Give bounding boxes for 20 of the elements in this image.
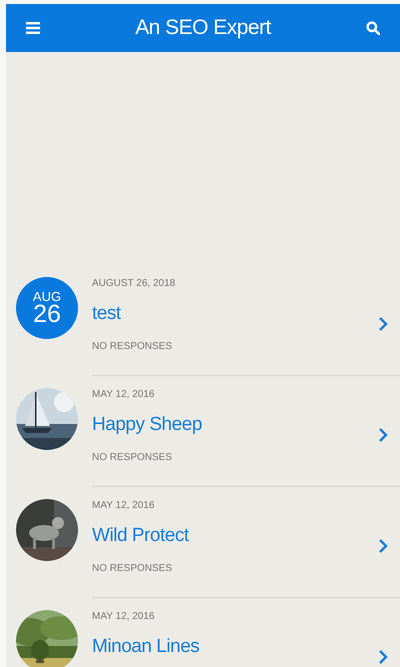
responses-count: NO RESPONSES (92, 451, 172, 465)
chevron-right-icon[interactable] (378, 649, 388, 665)
search-icon[interactable] (366, 21, 380, 35)
responses-count: NO RESPONSES (92, 562, 172, 576)
post-title[interactable]: Wild Protect (92, 523, 189, 549)
post-date: MAY 12, 2016 (92, 610, 154, 624)
chevron-right-icon[interactable] (378, 538, 388, 554)
menu-icon[interactable] (26, 22, 40, 34)
post-date: AUGUST 26, 2018 (92, 277, 176, 291)
chevron-right-icon[interactable] (378, 427, 388, 443)
badge-day: 26 (33, 302, 61, 326)
post-title[interactable]: Happy Sheep (92, 412, 202, 438)
chevron-right-icon[interactable] (378, 316, 388, 332)
post-date: MAY 12, 2016 (92, 499, 154, 513)
post-title[interactable]: test (92, 301, 121, 327)
responses-count: NO RESPONSES (92, 340, 172, 354)
badge-month: AUG (32, 290, 62, 302)
post-date: MAY 12, 2016 (92, 388, 154, 402)
app-title: An SEO Expert (135, 15, 271, 42)
post-title[interactable]: Minoan Lines (92, 634, 200, 660)
